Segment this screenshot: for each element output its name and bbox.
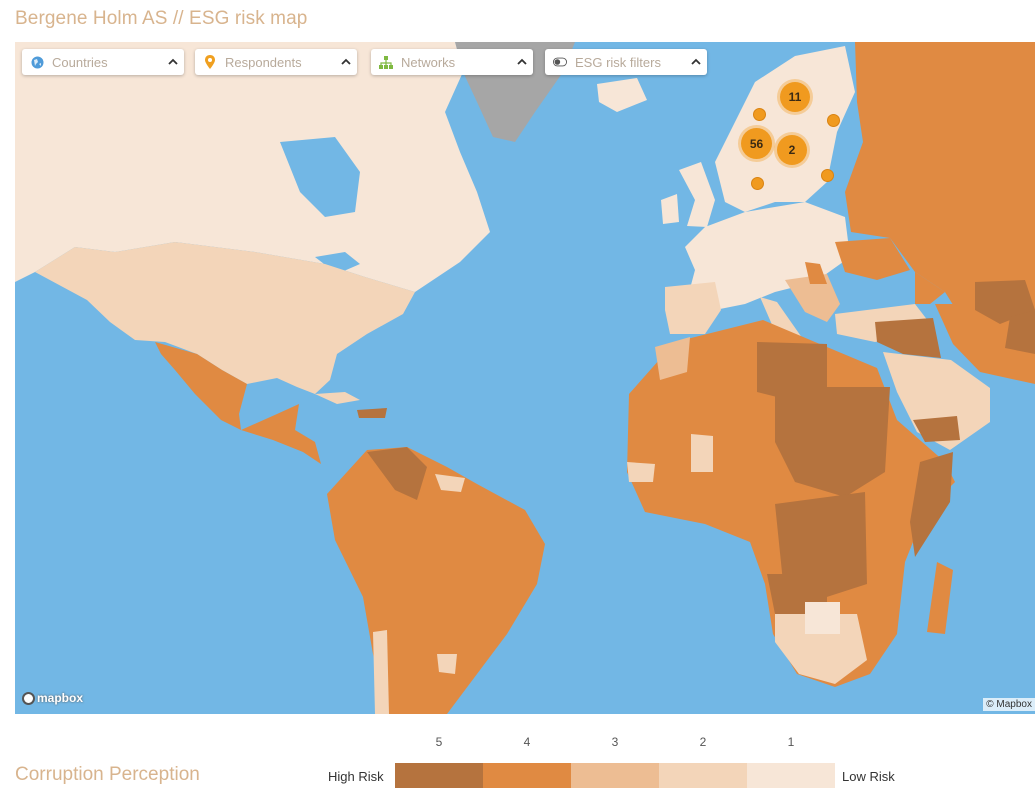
respondent-pin[interactable] [753,108,766,121]
yemen [913,416,960,442]
chevron-up-icon [691,57,701,67]
respondent-cluster[interactable]: 11 [780,82,810,112]
mapbox-logo[interactable]: mapbox [22,691,83,705]
cuba [315,392,360,404]
legend-level-label: 5 [435,735,443,749]
legend-low-risk-label: Low Risk [842,769,895,784]
iberia [665,282,721,334]
ireland [661,194,679,224]
esg-risk-filters-label: ESG risk filters [575,54,661,70]
chevron-up-icon [168,57,178,67]
networks-dropdown[interactable]: Networks [371,49,533,75]
countries-dropdown[interactable]: Countries [22,49,184,75]
haiti-dr [357,408,387,418]
countries-label: Countries [52,54,108,70]
central-america [241,404,321,464]
south-america [327,447,545,714]
respondent-cluster[interactable]: 2 [777,135,807,165]
respondent-pin[interactable] [751,177,764,190]
world-map[interactable]: mapbox © Mapbox [15,42,1035,714]
iraq-syria [875,318,941,358]
network-icon [379,55,393,69]
chevron-up-icon [517,57,527,67]
legend-level-label: 1 [787,735,795,749]
toggle-icon [553,55,567,69]
respondent-pin[interactable] [821,169,834,182]
scandinavia [715,46,855,212]
legend-color-scale [395,763,835,788]
map-canvas [15,42,1035,714]
botswana [805,602,840,634]
legend-level-label: 2 [699,735,707,749]
legend-level-label: 3 [611,735,619,749]
uruguay [437,654,457,674]
madagascar [927,562,953,634]
chile [373,630,389,714]
legend-swatch-1 [747,763,835,788]
respondent-pin[interactable] [827,114,840,127]
page-title: Bergene Holm AS // ESG risk map [15,8,308,29]
legend-swatch-5 [395,763,483,788]
chevron-up-icon [341,57,351,67]
map-pin-icon [203,55,217,69]
legend-swatch-3 [571,763,659,788]
esg-risk-filters-dropdown[interactable]: ESG risk filters [545,49,707,75]
legend-swatch-2 [659,763,747,788]
respondent-cluster[interactable]: 56 [741,128,772,159]
legend-title: Corruption Perception [15,764,200,785]
uk [679,162,715,227]
senegal [627,462,655,482]
mapbox-logo-icon [22,691,35,705]
respondents-dropdown[interactable]: Respondents [195,49,357,75]
legend-high-risk-label: High Risk [328,769,384,784]
ghana [691,434,713,472]
legend-swatch-4 [483,763,571,788]
legend-level-label: 4 [523,735,531,749]
networks-label: Networks [401,54,456,70]
iceland [597,78,647,112]
mapbox-logo-text: mapbox [37,691,84,705]
respondents-label: Respondents [225,54,302,70]
globe-icon [30,55,44,69]
map-attribution[interactable]: © Mapbox [983,698,1035,711]
